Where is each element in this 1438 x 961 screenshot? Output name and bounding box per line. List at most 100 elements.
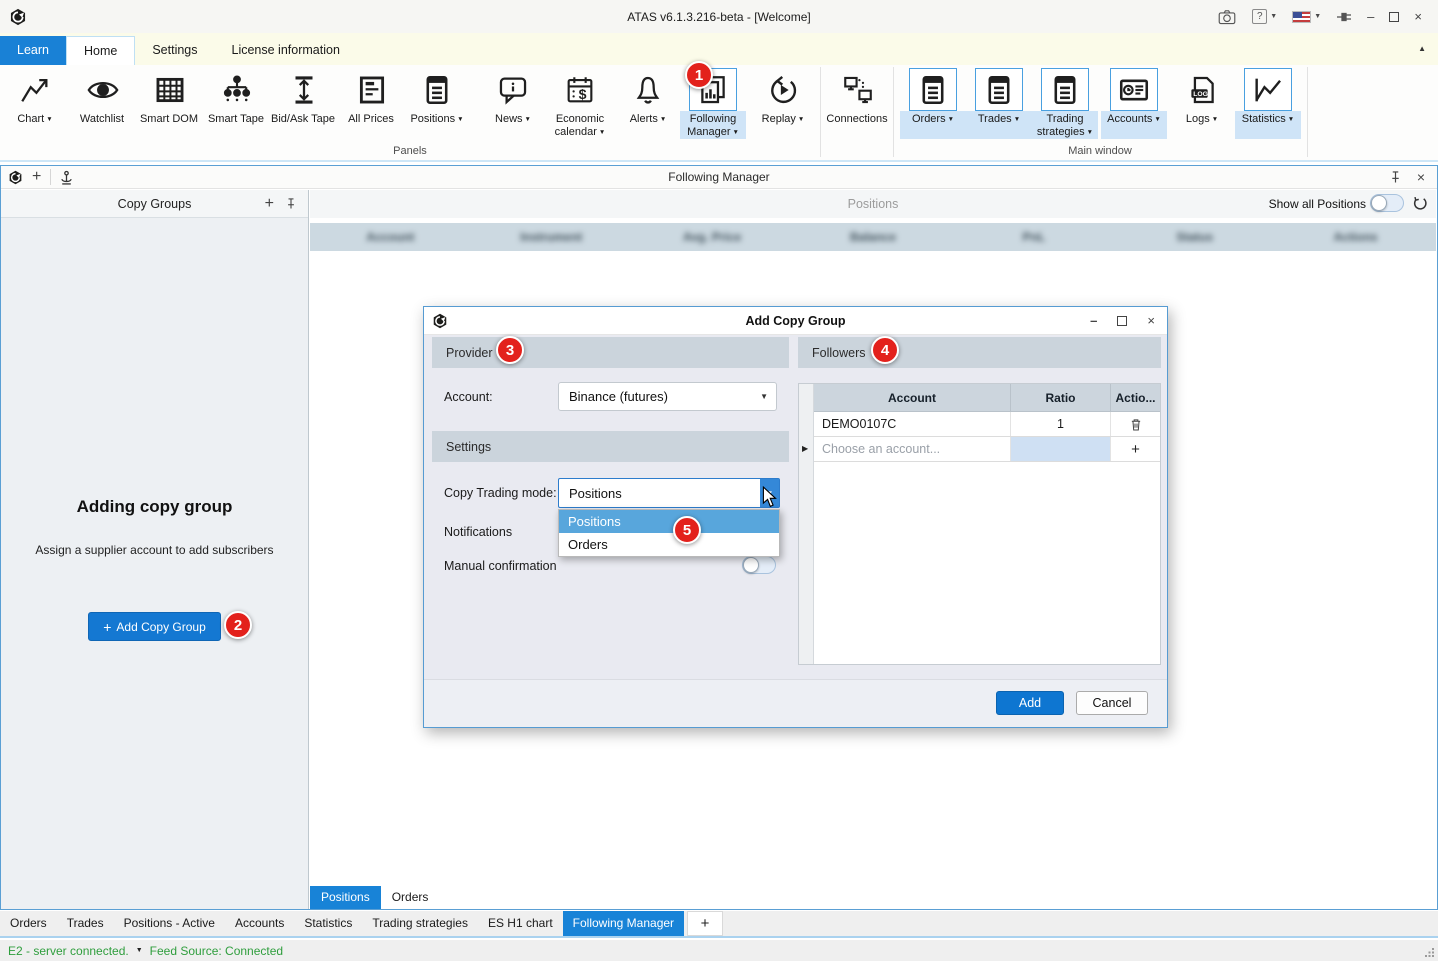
column-actions: Actions xyxy=(1275,230,1436,244)
column-instrument: Instrument xyxy=(471,230,632,244)
workspace-tab-statistics[interactable]: Statistics xyxy=(294,911,362,936)
dialog-maximize-button[interactable] xyxy=(1117,316,1127,326)
ribbon-button-positions[interactable]: Positions▼ xyxy=(404,68,470,139)
anchor-icon[interactable] xyxy=(60,170,73,185)
add-button[interactable]: Add xyxy=(996,691,1064,715)
tab-license-information[interactable]: License information xyxy=(215,36,357,65)
followers-section-header: Followers xyxy=(798,337,1161,368)
workspace-tab-accounts[interactable]: Accounts xyxy=(225,911,294,936)
settings-section-header: Settings xyxy=(432,431,789,462)
dialog-minimize-button[interactable]: – xyxy=(1090,313,1097,328)
ribbon-tab-row: Learn Home Settings License information … xyxy=(0,33,1438,65)
dialog-title-bar: Add Copy Group – × xyxy=(424,307,1167,335)
ribbon-button-smart-tape[interactable]: Smart Tape xyxy=(204,68,270,139)
provider-account-select[interactable]: Binance (futures) ▼ xyxy=(558,382,777,411)
account-label: Account: xyxy=(444,390,493,404)
follower-actions-cell xyxy=(1111,412,1160,436)
tab-positions[interactable]: Positions xyxy=(310,886,381,909)
ribbon-button-all-prices[interactable]: All Prices xyxy=(339,68,405,139)
dropdown-option-positions[interactable]: Positions xyxy=(559,510,779,533)
dialog-close-button[interactable]: × xyxy=(1147,313,1155,328)
svg-text:LOG: LOG xyxy=(1193,91,1208,98)
add-workspace-tab-button[interactable]: + xyxy=(687,911,723,936)
tab-settings[interactable]: Settings xyxy=(135,36,214,65)
ribbon-button-trades[interactable]: Trades▼ xyxy=(966,68,1032,139)
chart-icon xyxy=(11,68,59,111)
notifications-label: Notifications xyxy=(444,525,512,539)
ribbon-group-separator xyxy=(1307,67,1308,157)
ribbon-button-watchlist[interactable]: Watchlist xyxy=(70,68,136,139)
add-follower-button[interactable]: + xyxy=(1111,437,1160,461)
ribbon-button-chart[interactable]: Chart▼ xyxy=(2,68,68,139)
followers-column-ratio[interactable]: Ratio xyxy=(1011,384,1111,411)
chevron-down-icon[interactable]: ▼ xyxy=(136,947,143,954)
followers-column-actions[interactable]: Actio... xyxy=(1111,384,1160,411)
mouse-cursor xyxy=(762,486,778,508)
tab-home[interactable]: Home xyxy=(66,36,135,65)
column-status: Status xyxy=(1114,230,1275,244)
ribbon-button-smart-dom[interactable]: Smart DOM xyxy=(137,68,203,139)
server-status: E2 - server connected. xyxy=(8,944,129,958)
ribbon-button-replay[interactable]: Replay▼ xyxy=(750,68,816,139)
dialog-footer: Add Cancel xyxy=(424,679,1167,727)
add-panel-tab-icon[interactable]: + xyxy=(32,169,41,185)
atas-logo-icon xyxy=(432,313,448,329)
choose-account-cell[interactable]: Choose an account... xyxy=(814,437,1011,461)
eye-icon xyxy=(79,68,127,111)
refresh-icon[interactable] xyxy=(1412,196,1427,211)
positions-header-strip: Positions Show all Positions xyxy=(310,190,1436,218)
column-account: Account xyxy=(310,230,471,244)
row-selector-column: ▶ xyxy=(799,384,814,664)
trash-icon[interactable] xyxy=(1130,418,1142,431)
resize-grip[interactable] xyxy=(1424,947,1435,958)
follower-ratio-cell[interactable]: 1 xyxy=(1011,412,1111,436)
selected-account: Binance (futures) xyxy=(559,389,760,404)
ribbon-button-trading-strategies[interactable]: Trading strategies▼ xyxy=(1032,68,1098,139)
us-flag-icon xyxy=(1292,11,1311,23)
ribbon-button-logs[interactable]: LOG Logs▼ xyxy=(1169,68,1235,139)
double-arrow-icon xyxy=(280,68,328,111)
ribbon-button-statistics[interactable]: Statistics▼ xyxy=(1235,68,1301,139)
cancel-button[interactable]: Cancel xyxy=(1076,691,1148,715)
workspace-tab-es-h1-chart[interactable]: ES H1 chart xyxy=(478,911,563,936)
selected-mode: Positions xyxy=(559,486,760,501)
copy-trading-mode-select[interactable]: Positions ▼ xyxy=(558,478,780,508)
workspace-tab-trades[interactable]: Trades xyxy=(57,911,114,936)
manual-confirmation-toggle[interactable] xyxy=(742,556,776,574)
ribbon-button-bid-ask-tape[interactable]: Bid/Ask Tape xyxy=(271,68,337,139)
atas-logo-icon xyxy=(8,170,23,185)
ribbon-button-accounts[interactable]: Accounts▼ xyxy=(1101,68,1167,139)
ribbon-button-orders[interactable]: Orders▼ xyxy=(900,68,966,139)
copy-trading-mode-dropdown: Positions Orders xyxy=(558,509,780,557)
add-copy-group-icon[interactable]: + xyxy=(265,196,274,212)
workspace-tab-orders[interactable]: Orders xyxy=(0,911,57,936)
column-pnl: PnL xyxy=(953,230,1114,244)
bell-icon xyxy=(624,68,672,111)
provider-section-header: Provider xyxy=(432,337,789,368)
new-follower-row: Choose an account... + xyxy=(814,437,1160,462)
workspace-tab-trading-strategies[interactable]: Trading strategies xyxy=(362,911,478,936)
show-all-positions-toggle[interactable] xyxy=(1370,194,1404,212)
close-panel-icon[interactable]: × xyxy=(1417,170,1425,184)
ribbon-button-news[interactable]: News▼ xyxy=(480,68,546,139)
ribbon-button-alerts[interactable]: Alerts▼ xyxy=(615,68,681,139)
followers-column-account[interactable]: Account xyxy=(814,384,1011,411)
tab-learn[interactable]: Learn xyxy=(0,36,66,65)
collapse-ribbon-icon[interactable]: ▲ xyxy=(1418,44,1426,53)
pin-panel-icon[interactable] xyxy=(1390,170,1401,184)
new-ratio-cell[interactable] xyxy=(1011,437,1111,461)
ribbon-button-economic-calendar[interactable]: $ Economic calendar▼ xyxy=(547,68,613,139)
callout-badge-4: 4 xyxy=(871,336,899,364)
pin-icon[interactable] xyxy=(286,197,296,210)
ribbon-button-connections[interactable]: Connections xyxy=(825,68,891,139)
calendar-dollar-icon: $ xyxy=(556,68,604,111)
tab-orders[interactable]: Orders xyxy=(381,886,440,909)
workspace-tab-positions-active[interactable]: Positions - Active xyxy=(114,911,225,936)
add-copy-group-button[interactable]: + Add Copy Group xyxy=(88,612,221,641)
follower-account-cell[interactable]: DEMO0107C xyxy=(814,412,1011,436)
dropdown-option-orders[interactable]: Orders xyxy=(559,533,779,556)
workspace-tab-following-manager[interactable]: Following Manager xyxy=(563,911,684,936)
ribbon-group-separator xyxy=(820,67,821,157)
follower-row: DEMO0107C 1 xyxy=(814,412,1160,437)
dialog-title: Add Copy Group xyxy=(424,314,1167,328)
